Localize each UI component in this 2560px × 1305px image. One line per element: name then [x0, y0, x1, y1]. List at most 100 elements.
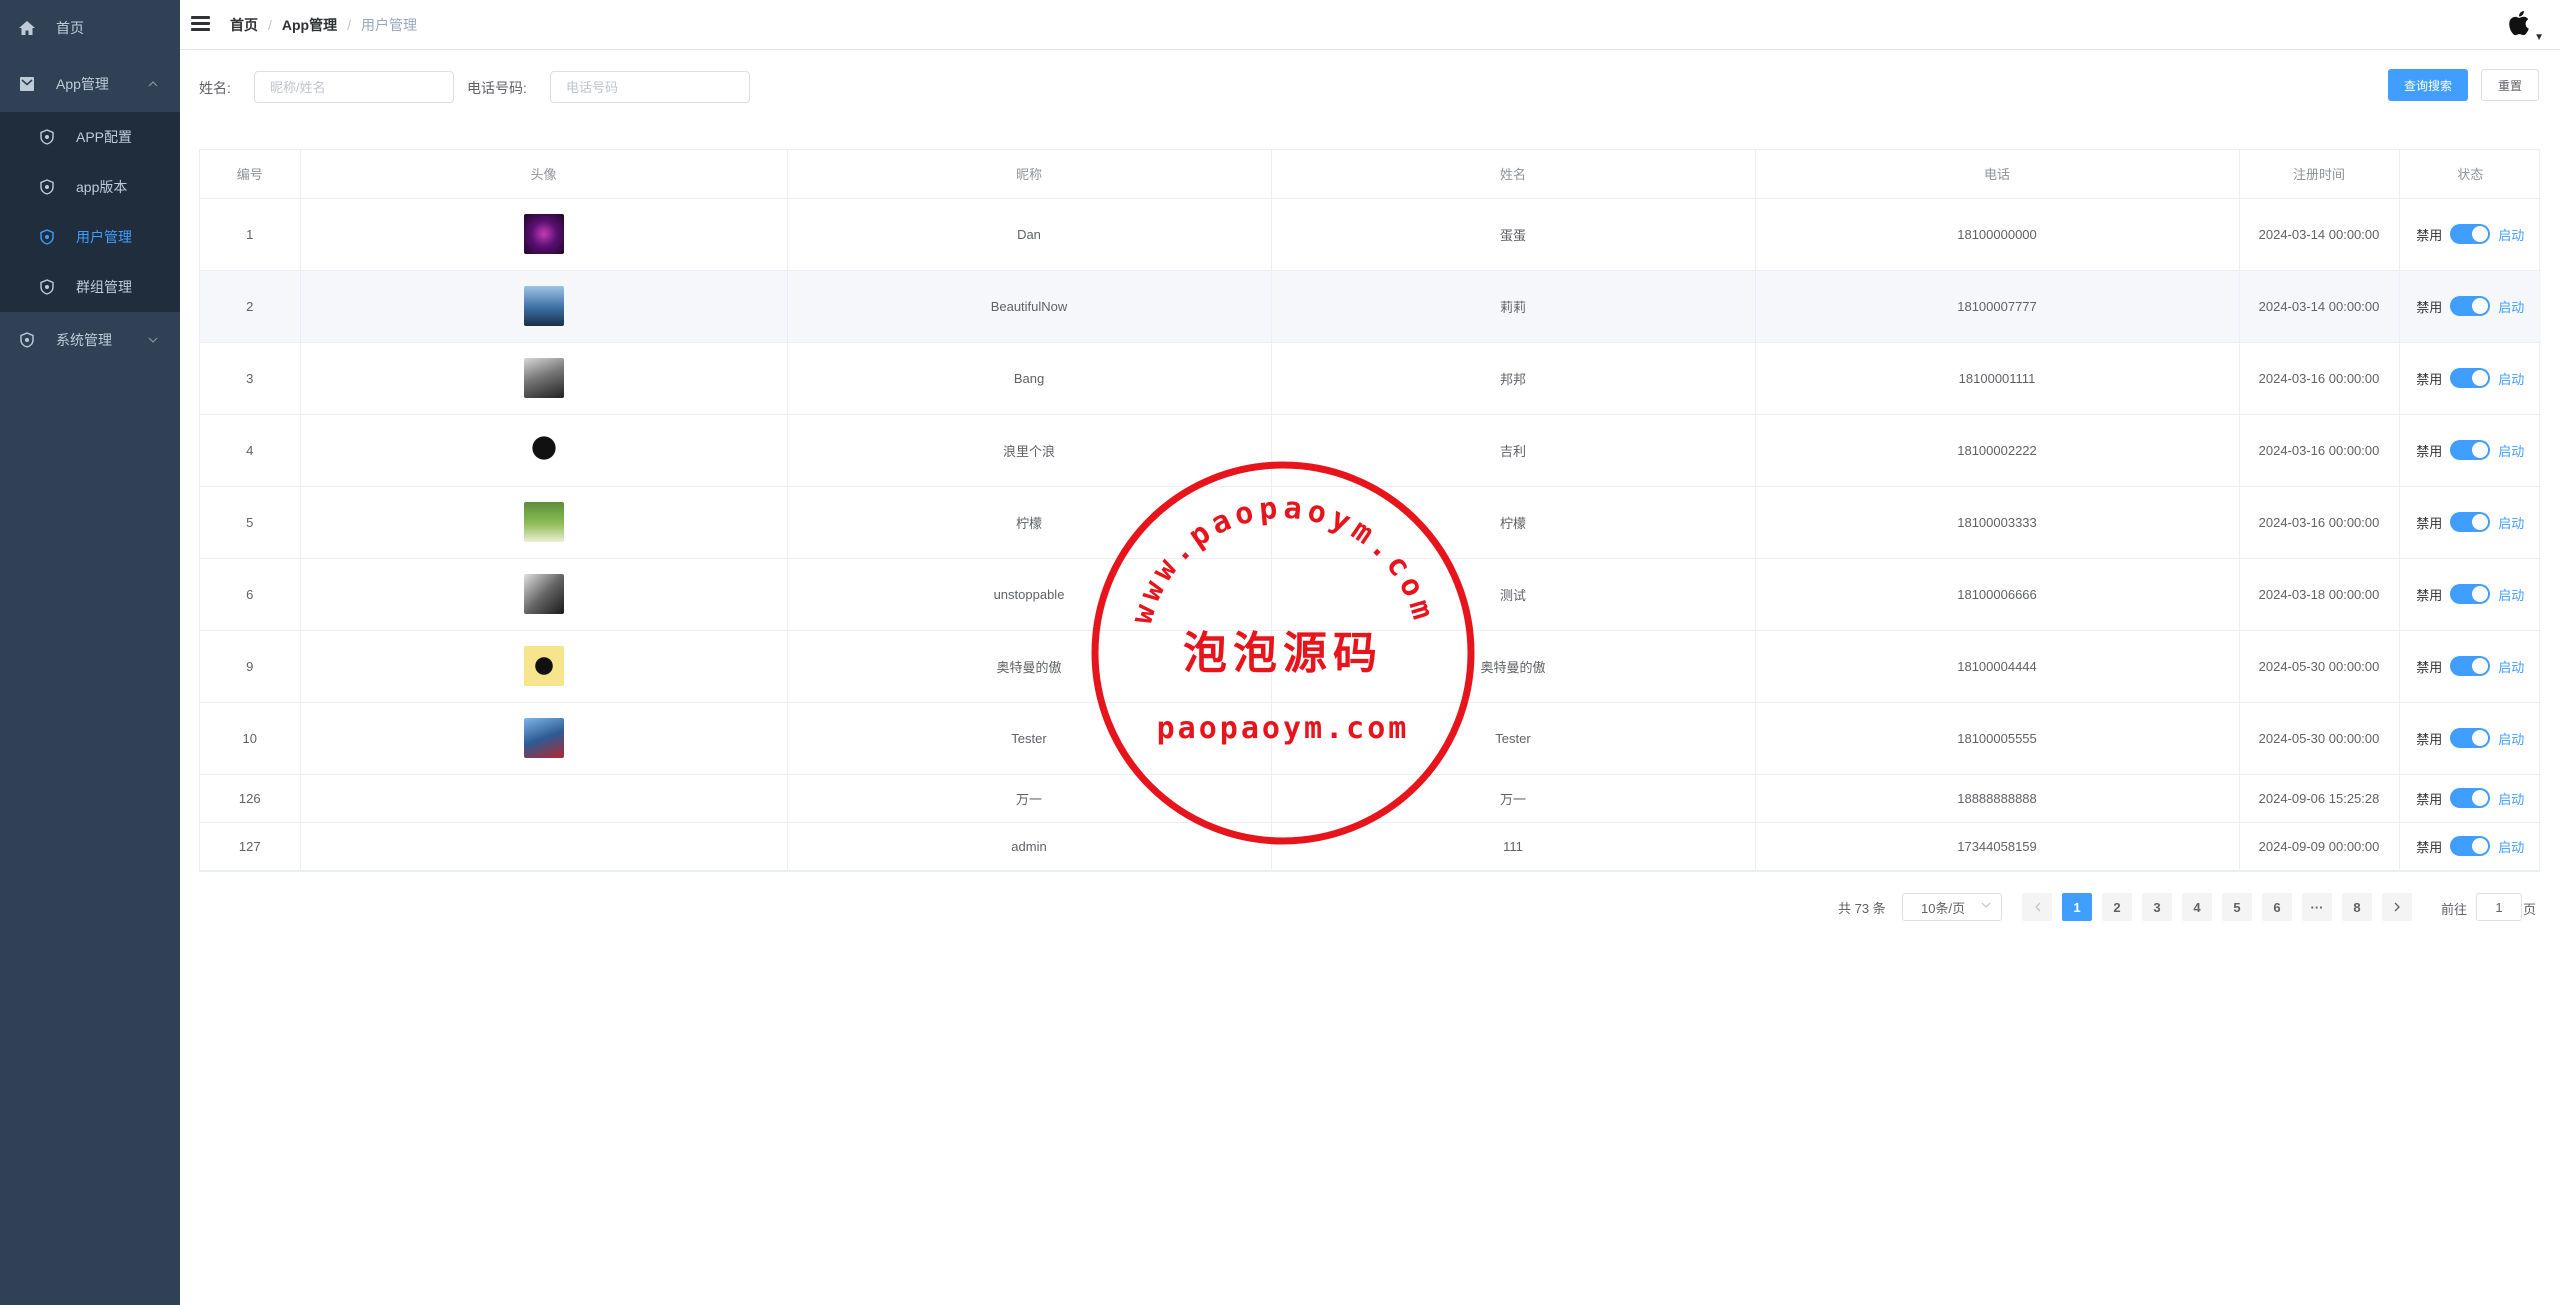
status-toggle[interactable]	[2450, 836, 2491, 856]
cell-phone: 18100003333	[1755, 486, 2240, 559]
chevron-down-icon	[148, 334, 158, 346]
sidebar-item-home[interactable]: 首页	[0, 0, 180, 56]
page-button[interactable]: 5	[2222, 893, 2252, 921]
status-toggle[interactable]	[2450, 656, 2491, 676]
sidebar-item-app-management[interactable]: App管理	[0, 56, 180, 112]
shield-icon	[38, 278, 56, 296]
status-toggle[interactable]	[2450, 728, 2491, 748]
status-toggle[interactable]	[2450, 368, 2491, 388]
cell-nickname: Bang	[787, 342, 1272, 415]
cell-status: 禁用 启动	[2399, 774, 2541, 823]
table-row: 5 柠檬 柠檬 18100003333 2024-03-16 00:00:00 禁用 启动	[200, 486, 2541, 559]
cell-status: 禁用 启动	[2399, 342, 2541, 415]
breadcrumb-separator: /	[268, 17, 272, 33]
status-on-label: 启动	[2498, 299, 2525, 315]
breadcrumb-app-management[interactable]: App管理	[282, 15, 337, 35]
cell-register-time: 2024-03-16 00:00:00	[2239, 486, 2400, 559]
user-avatar-dropdown[interactable]: ▼	[2500, 5, 2544, 45]
cell-avatar	[300, 774, 788, 823]
cell-register-time: 2024-09-06 15:25:28	[2239, 774, 2400, 823]
cell-avatar	[300, 558, 788, 631]
status-off-label: 禁用	[2416, 791, 2443, 807]
phone-search-input[interactable]	[550, 71, 750, 103]
status-on-label: 启动	[2498, 791, 2525, 807]
table-row: 9 奥特曼的傲 奥特曼的傲 18100004444 2024-05-30 00:00:0…	[200, 630, 2541, 703]
next-page-button[interactable]	[2382, 893, 2412, 921]
status-toggle[interactable]	[2450, 224, 2491, 244]
page-button[interactable]: 8	[2342, 893, 2372, 921]
cell-register-time: 2024-09-09 00:00:00	[2239, 822, 2400, 871]
cell-nickname: Tester	[787, 702, 1272, 775]
goto-label: 前往	[2441, 902, 2468, 917]
cell-avatar	[300, 702, 788, 775]
cell-nickname: 奥特曼的傲	[787, 630, 1272, 703]
table-row: 2 BeautifulNow 莉莉 18100007777 2024-03-14 00:…	[200, 270, 2541, 343]
status-toggle[interactable]	[2450, 584, 2491, 604]
status-off-label: 禁用	[2416, 731, 2443, 747]
cell-id: 126	[200, 774, 301, 823]
cell-register-time: 2024-03-16 00:00:00	[2239, 414, 2400, 487]
breadcrumb-separator: /	[347, 17, 351, 33]
status-toggle[interactable]	[2450, 788, 2491, 808]
sidebar-item-label: 用户管理	[76, 229, 132, 245]
cell-status: 禁用 启动	[2399, 702, 2541, 775]
breadcrumb-home[interactable]: 首页	[230, 15, 258, 35]
sidebar-item-user-management[interactable]: 用户管理	[0, 212, 180, 262]
cell-name: 万一	[1271, 774, 1756, 823]
page-button[interactable]: 1	[2062, 893, 2092, 921]
page-button[interactable]: 6	[2262, 893, 2292, 921]
cell-name: 111	[1271, 822, 1756, 871]
pagination-total: 共 73 条	[1838, 900, 1886, 916]
table-row: 6 unstoppable 测试 18100006666 2024-03-18 00:0…	[200, 558, 2541, 631]
sidebar: 首页 App管理 APP配置 app版本 用户管理 群组管理 系统管理	[0, 0, 180, 1305]
caret-down-icon: ▼	[2534, 32, 2544, 43]
sidebar-item-app-config[interactable]: APP配置	[0, 112, 180, 162]
hamburger-menu-icon[interactable]	[190, 13, 212, 35]
page-button[interactable]: 2	[2102, 893, 2132, 921]
table-row: 1 Dan 蛋蛋 18100000000 2024-03-14 00:00:00 禁用 启动	[200, 198, 2541, 271]
cell-phone: 17344058159	[1755, 822, 2240, 871]
goto-page-input[interactable]	[2476, 893, 2522, 921]
col-header-phone: 电话	[1755, 150, 2240, 199]
table-header-row: 编号 头像 昵称 姓名 电话 注册时间 状态	[200, 150, 2541, 199]
table-row: 126 万一 万一 18888888888 2024-09-06 15:25:28 禁用启…	[200, 774, 2541, 823]
sidebar-item-system-management[interactable]: 系统管理	[0, 312, 180, 368]
chevron-down-icon	[1981, 900, 1991, 911]
cell-id: 9	[200, 630, 301, 703]
users-table: 编号 头像 昵称 姓名 电话 注册时间 状态 1 Dan 蛋蛋 18100000000…	[199, 149, 2541, 872]
search-button[interactable]: 查询搜索	[2388, 69, 2468, 101]
cell-register-time: 2024-03-14 00:00:00	[2239, 198, 2400, 271]
user-avatar-image	[523, 358, 564, 398]
cell-name: Tester	[1271, 702, 1756, 775]
shield-icon	[18, 331, 36, 349]
breadcrumb: 首页 / App管理 / 用户管理	[230, 15, 417, 35]
sidebar-item-group-management[interactable]: 群组管理	[0, 262, 180, 312]
phone-label: 电话号码:	[467, 80, 527, 96]
pagination-more[interactable]: ···	[2302, 893, 2332, 921]
cell-phone: 18100002222	[1755, 414, 2240, 487]
name-search-input[interactable]	[254, 71, 454, 103]
status-toggle[interactable]	[2450, 296, 2491, 316]
app-management-submenu: APP配置 app版本 用户管理 群组管理	[0, 112, 180, 312]
cell-register-time: 2024-03-16 00:00:00	[2239, 342, 2400, 415]
sidebar-item-label: APP配置	[76, 129, 133, 145]
status-toggle[interactable]	[2450, 440, 2491, 460]
prev-page-button[interactable]	[2022, 893, 2052, 921]
name-label: 姓名:	[199, 80, 231, 96]
cell-name: 奥特曼的傲	[1271, 630, 1756, 703]
page-button[interactable]: 4	[2182, 893, 2212, 921]
table-row: 3 Bang 邦邦 18100001111 2024-03-16 00:00:00 禁用 启…	[200, 342, 2541, 415]
cell-register-time: 2024-05-30 00:00:00	[2239, 630, 2400, 703]
status-toggle[interactable]	[2450, 512, 2491, 532]
user-avatar-image	[523, 214, 564, 254]
sidebar-item-app-version[interactable]: app版本	[0, 162, 180, 212]
cell-name: 吉利	[1271, 414, 1756, 487]
page-size-value: 10条/页	[1921, 900, 1966, 916]
page-size-select[interactable]: 10条/页	[1902, 893, 2002, 921]
cell-avatar	[300, 414, 788, 487]
cell-status: 禁用 启动	[2399, 270, 2541, 343]
col-header-name: 姓名	[1271, 150, 1756, 199]
cell-id: 2	[200, 270, 301, 343]
reset-button[interactable]: 重置	[2481, 69, 2539, 101]
page-button[interactable]: 3	[2142, 893, 2172, 921]
